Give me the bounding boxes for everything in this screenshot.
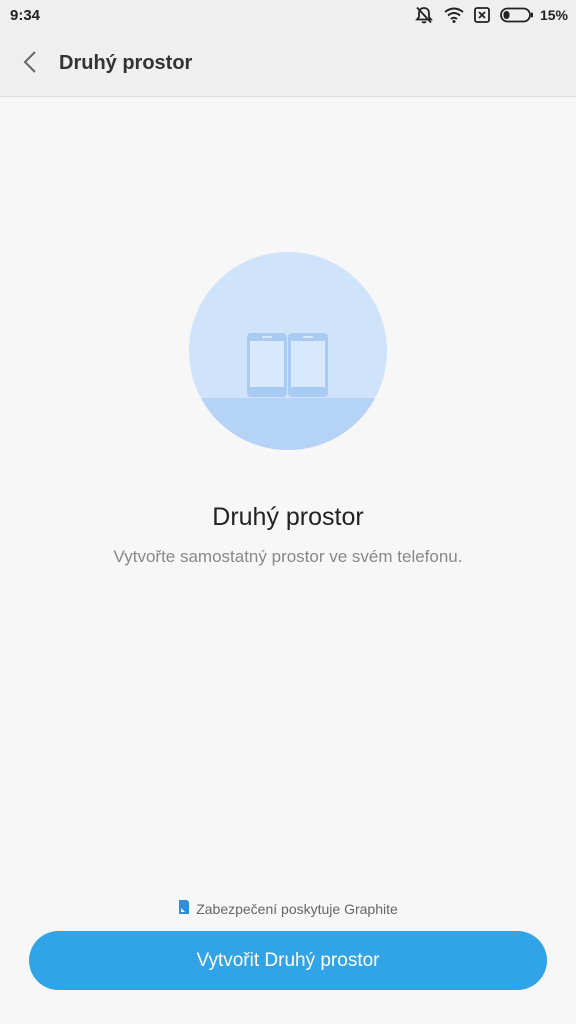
page-title: Druhý prostor: [59, 52, 193, 74]
status-icons: 15%: [414, 6, 568, 24]
app-bar: Druhý prostor: [0, 30, 576, 97]
dual-phone-icon: [247, 333, 328, 397]
chevron-left-icon: [23, 50, 37, 78]
battery-percent: 15%: [539, 7, 568, 23]
back-button[interactable]: [10, 45, 50, 83]
dual-phone-illustration: [189, 252, 387, 450]
main-heading: Druhý prostor: [212, 503, 364, 531]
status-bar: 9:34 15%: [0, 0, 576, 30]
status-time: 9:34: [10, 7, 41, 24]
main-subheading: Vytvořte samostatný prostor ve svém tele…: [113, 547, 463, 566]
battery-icon: [500, 7, 534, 23]
mute-icon: [414, 6, 434, 24]
security-note-text: Zabezpečení poskytuje Graphite: [196, 900, 398, 917]
illustration-floor: [189, 398, 387, 450]
create-second-space-button[interactable]: Vytvořit Druhý prostor: [29, 931, 547, 990]
graphite-icon: [178, 899, 190, 918]
wifi-icon: [444, 7, 464, 23]
no-sim-icon: [474, 7, 490, 23]
security-note: Zabezpečení poskytuje Graphite: [0, 899, 576, 918]
